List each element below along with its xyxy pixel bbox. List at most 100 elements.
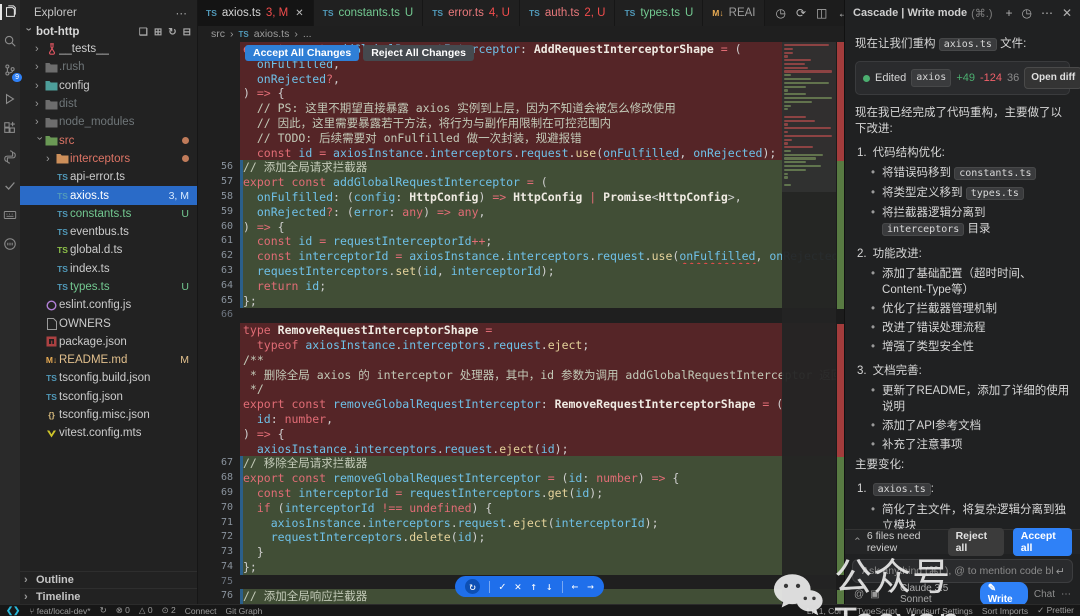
status-item-connect[interactable]: Connect — [185, 606, 217, 616]
tree-item-tsconfig.build.json[interactable]: TS tsconfig.build.json — [20, 369, 197, 387]
history-icon[interactable]: ◷ — [1021, 6, 1031, 20]
refresh-icon[interactable]: ↻ — [168, 27, 176, 38]
explorer-icon[interactable] — [0, 4, 18, 20]
tree-item-OWNERS[interactable]: OWNERS — [20, 314, 197, 332]
model-selector[interactable]: Claude 3.5 Sonnet — [900, 583, 974, 605]
tree-item-README.md[interactable]: M↓ README.md M — [20, 351, 197, 369]
tab-axios.ts[interactable]: TS axios.ts 3, M ✕ — [197, 0, 314, 26]
status-item-typescript[interactable]: TypeScript — [857, 606, 897, 616]
status-item-feat-local-dev-[interactable]: ⑂ feat/local-dev* — [29, 606, 90, 616]
tree-item-node_modules[interactable]: › node_modules — [20, 113, 197, 131]
image-icon[interactable]: ▣ — [870, 589, 879, 600]
sync-icon[interactable]: ⟳ — [796, 6, 806, 20]
tree-item-config[interactable]: › config — [20, 77, 197, 95]
tree-item-axios.ts[interactable]: TS axios.ts 3, M — [20, 186, 197, 205]
python-icon[interactable] — [2, 149, 18, 165]
status-item-windsurf-settings[interactable]: Windsurf Settings — [906, 606, 973, 616]
tree-item-src[interactable]: › src — [20, 131, 197, 149]
tree-item-global.d.ts[interactable]: TS global.d.ts — [20, 241, 197, 259]
code-chip[interactable]: types.ts — [965, 187, 1024, 200]
tab-REAI[interactable]: M↓ REAI — [703, 0, 766, 26]
tab-auth.ts[interactable]: TS auth.ts 2, U — [519, 0, 616, 26]
code-line: typeof axiosInstance.interceptors.reques… — [197, 337, 845, 353]
refresh-icon[interactable]: ↻ — [465, 579, 480, 594]
down-icon[interactable]: ↓ — [546, 580, 553, 593]
close-tab-icon[interactable]: ✕ — [295, 8, 303, 19]
status-item-ln-1-col-1[interactable]: Ln 1, Col 1 — [807, 606, 848, 616]
breadcrumb[interactable]: src › TS axios.ts › ... — [197, 26, 845, 42]
status-item-sort-imports[interactable]: Sort Imports — [982, 606, 1028, 616]
json-output-icon[interactable] — [2, 236, 18, 252]
source-control-icon[interactable]: 9 — [2, 62, 22, 82]
reject-icon[interactable]: ✕ — [515, 580, 522, 593]
status-item-0[interactable]: △ 0 — [139, 605, 153, 616]
reject-all-button[interactable]: Reject all — [947, 528, 1004, 556]
testing-icon[interactable] — [2, 178, 18, 194]
tab-types.ts[interactable]: TS types.ts U — [615, 0, 704, 26]
close-icon[interactable]: ✕ — [1062, 6, 1072, 20]
more-icon[interactable]: ⋯ — [1041, 6, 1053, 20]
reject-all-changes-button[interactable]: Reject All Changes — [363, 45, 474, 61]
code-line: 64 return id; — [197, 278, 845, 294]
chevron-up-icon[interactable]: ⌃ — [853, 536, 862, 548]
status-item-git-graph[interactable]: Git Graph — [225, 606, 262, 616]
up-icon[interactable]: ↑ — [530, 580, 537, 593]
tree-item-package.json[interactable]: package.json — [20, 333, 197, 351]
tab-constants.ts[interactable]: TS constants.ts U — [313, 0, 424, 26]
extensions-icon[interactable] — [2, 120, 18, 136]
code-chip[interactable]: constants.ts — [954, 167, 1037, 180]
minimap[interactable] — [782, 42, 836, 605]
tree-item-.rush[interactable]: › .rush — [20, 58, 197, 76]
tree-item-vitest.config.mts[interactable]: vitest.config.mts — [20, 424, 197, 442]
timeline-section[interactable]: › Timeline — [20, 588, 197, 605]
more-icon[interactable]: ⋯ — [1061, 589, 1071, 600]
new-chat-icon[interactable]: + — [1005, 6, 1012, 20]
outline-section[interactable]: › Outline — [20, 571, 197, 588]
open-diff-button[interactable]: Open diff — [1024, 67, 1080, 89]
tree-item-index.ts[interactable]: TS index.ts — [20, 260, 197, 278]
tree-item-types.ts[interactable]: TS types.ts U — [20, 278, 197, 296]
accept-icon[interactable]: ✓ — [499, 580, 506, 593]
tree-item-eventbus.ts[interactable]: TS eventbus.ts — [20, 223, 197, 241]
status-item-2[interactable]: ⊙ 2 — [162, 605, 176, 616]
activity-bar: 9 — [0, 0, 22, 605]
search-icon[interactable] — [2, 33, 18, 49]
run-debug-icon[interactable] — [2, 91, 18, 107]
return-key-icon[interactable]: ↵ — [1056, 565, 1065, 578]
mention-icon[interactable]: @ — [854, 589, 864, 600]
code-chip[interactable]: axios.ts — [938, 38, 997, 51]
chat-mode-button[interactable]: Chat — [1034, 589, 1055, 600]
accept-all-button[interactable]: Accept all — [1012, 528, 1072, 556]
tree-item-dist[interactable]: › dist — [20, 95, 197, 113]
tree-item-tsconfig.json[interactable]: TS tsconfig.json — [20, 388, 197, 406]
accept-all-changes-button[interactable]: Accept All Changes — [245, 45, 360, 61]
collapse-all-icon[interactable]: ⊟ — [183, 27, 191, 38]
tree-item-tsconfig.misc.json[interactable]: {} tsconfig.misc.json — [20, 406, 197, 424]
new-file-icon[interactable]: ❏ — [139, 27, 148, 38]
write-mode-button[interactable]: ✎ Write — [979, 582, 1028, 606]
tree-item-api-error.ts[interactable]: TS api-error.ts — [20, 168, 197, 186]
code-editor[interactable]: export const addGlobalRequestInterceptor… — [197, 42, 845, 605]
tree-item-constants.ts[interactable]: TS constants.ts U — [20, 205, 197, 223]
explorer-more-actions-icon[interactable]: ⋯ — [176, 6, 188, 20]
tree-item-__tests__[interactable]: › __tests__ — [20, 40, 197, 58]
left-icon[interactable]: ← — [572, 580, 579, 593]
keyboard-icon[interactable] — [2, 207, 18, 223]
status-item[interactable]: ↻ — [100, 605, 107, 616]
code-chip[interactable]: axios.ts — [872, 483, 931, 496]
status-item[interactable]: ❮❯ — [6, 605, 20, 616]
code-chip[interactable]: interceptors — [882, 223, 965, 236]
tree-item-interceptors[interactable]: › interceptors — [20, 150, 197, 168]
tree-item-eslint.config.js[interactable]: eslint.config.js — [20, 296, 197, 314]
history-icon[interactable]: ◷ — [775, 6, 785, 20]
status-item-prettier[interactable]: ✓ Prettier — [1037, 605, 1074, 616]
split-editor-icon[interactable]: ◫ — [816, 6, 827, 20]
status-item-0[interactable]: ⊗ 0 — [116, 605, 130, 616]
tab-error.ts[interactable]: TS error.ts 4, U — [423, 0, 520, 26]
new-folder-icon[interactable]: ⊞ — [154, 27, 162, 38]
project-root-row[interactable]: › bot-http ❏ ⊞ ↻ ⊟ — [20, 24, 197, 40]
ts-icon: TS — [57, 190, 68, 201]
chat-input[interactable] — [860, 564, 1056, 578]
chevron-up-icon[interactable]: ⌃ — [886, 589, 894, 600]
right-icon[interactable]: → — [587, 580, 594, 593]
